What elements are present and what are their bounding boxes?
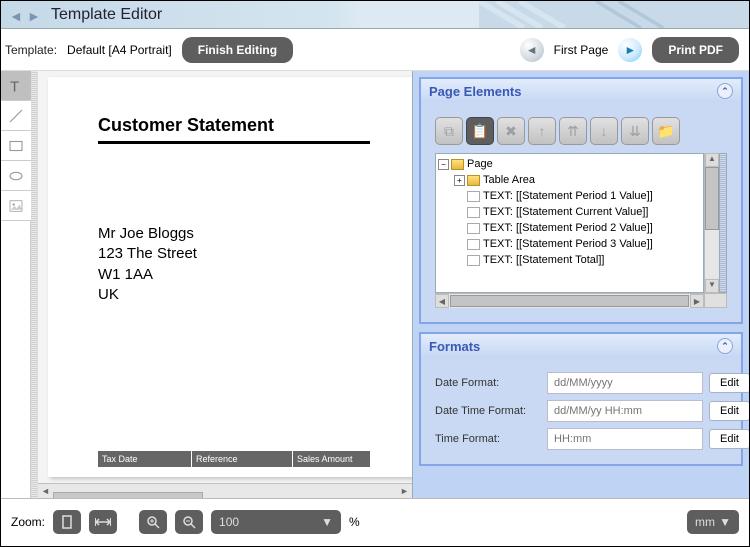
datetime-format-label: Date Time Format: xyxy=(435,405,541,417)
fit-page-button[interactable] xyxy=(53,510,81,534)
address-line: UK xyxy=(98,285,370,305)
finish-editing-button[interactable]: Finish Editing xyxy=(182,37,293,63)
tool-strip: T xyxy=(1,71,31,498)
date-format-input[interactable] xyxy=(547,372,703,394)
footer: Zoom: 100▼ % mm▼ xyxy=(1,498,749,544)
canvas-hscrollbar[interactable]: ◄► xyxy=(38,483,412,498)
back-arrow-icon[interactable]: ◄ xyxy=(9,8,27,22)
elements-toolbar: ⧉ 📋 ✖ ↑ ⇈ ↓ ⇊ 📁 xyxy=(435,117,727,145)
delete-icon[interactable]: ✖ xyxy=(497,117,525,145)
formats-panel: Formats ⌃ Date Format: Edit Date Time Fo… xyxy=(419,332,743,466)
tree-node[interactable]: TEXT: [[Statement Period 2 Value]] xyxy=(483,221,653,237)
prev-page-button[interactable]: ◄ xyxy=(520,38,544,62)
time-format-input[interactable] xyxy=(547,428,703,450)
tree-node[interactable]: Page xyxy=(467,157,493,173)
image-tool[interactable] xyxy=(1,191,31,221)
text-tool[interactable]: T xyxy=(1,71,31,101)
table-header: Tax Date Reference Sales Amount xyxy=(98,451,370,467)
title-bar: ◄ ► Template Editor xyxy=(1,1,749,29)
rectangle-tool[interactable] xyxy=(1,131,31,161)
elements-tree[interactable]: −Page +Table Area TEXT: [[Statement Peri… xyxy=(435,153,704,293)
template-label: Template: xyxy=(5,43,57,57)
forward-arrow-icon[interactable]: ► xyxy=(27,8,45,22)
fit-width-button[interactable] xyxy=(89,510,117,534)
move-top-icon[interactable]: ⇈ xyxy=(559,117,587,145)
tree-node[interactable]: TEXT: [[Statement Period 3 Value]] xyxy=(483,237,653,253)
ellipse-tool[interactable] xyxy=(1,161,31,191)
tree-vscrollbar[interactable]: ▲▼ xyxy=(704,153,719,293)
table-col: Reference xyxy=(192,451,292,467)
panel-resize-grip[interactable] xyxy=(719,153,727,293)
address-line: Mr Joe Bloggs xyxy=(98,224,370,244)
next-page-button[interactable]: ► xyxy=(618,38,642,62)
move-up-icon[interactable]: ↑ xyxy=(528,117,556,145)
address-line: 123 The Street xyxy=(98,244,370,264)
toolbar: Template: Default [A4 Portrait] Finish E… xyxy=(1,29,749,71)
copy-icon[interactable]: ⧉ xyxy=(435,117,463,145)
table-col: Sales Amount xyxy=(293,451,370,467)
page-indicator: First Page xyxy=(554,43,609,57)
zoom-out-button[interactable] xyxy=(175,510,203,534)
tree-node[interactable]: Table Area xyxy=(483,173,535,189)
move-bottom-icon[interactable]: ⇊ xyxy=(621,117,649,145)
chevron-down-icon: ▼ xyxy=(719,515,731,529)
address-block: Mr Joe Bloggs 123 The Street W1 1AA UK xyxy=(98,224,370,305)
date-format-label: Date Format: xyxy=(435,377,541,389)
svg-text:T: T xyxy=(10,78,19,95)
canvas-area[interactable]: Customer Statement Mr Joe Bloggs 123 The… xyxy=(31,71,412,498)
datetime-format-input[interactable] xyxy=(547,400,703,422)
percent-label: % xyxy=(349,515,360,529)
line-tool[interactable] xyxy=(1,101,31,131)
document-page[interactable]: Customer Statement Mr Joe Bloggs 123 The… xyxy=(48,77,412,477)
tree-hscrollbar[interactable]: ◀▶ xyxy=(435,293,704,308)
edit-button[interactable]: Edit xyxy=(709,373,749,393)
zoom-select[interactable]: 100▼ xyxy=(211,510,341,534)
zoom-label: Zoom: xyxy=(11,515,45,529)
paste-icon[interactable]: 📋 xyxy=(466,117,494,145)
edit-button[interactable]: Edit xyxy=(709,401,749,421)
page-elements-panel: Page Elements ⌃ ⧉ 📋 ✖ ↑ ⇈ ↓ ⇊ 📁 −Page xyxy=(419,77,743,324)
tree-node[interactable]: TEXT: [[Statement Period 1 Value]] xyxy=(483,189,653,205)
collapse-icon[interactable]: ⌃ xyxy=(717,338,733,354)
collapse-icon[interactable]: ⌃ xyxy=(717,83,733,99)
panel-title: Page Elements xyxy=(429,84,522,99)
move-down-icon[interactable]: ↓ xyxy=(590,117,618,145)
table-col: Tax Date xyxy=(98,451,191,467)
document-heading: Customer Statement xyxy=(98,115,370,144)
unit-select[interactable]: mm▼ xyxy=(687,510,739,534)
canvas-grip-left[interactable] xyxy=(31,71,38,498)
print-pdf-button[interactable]: Print PDF xyxy=(652,37,739,63)
address-line: W1 1AA xyxy=(98,265,370,285)
chevron-down-icon: ▼ xyxy=(321,515,333,529)
app-title: Template Editor xyxy=(51,6,162,24)
edit-button[interactable]: Edit xyxy=(709,429,749,449)
panel-title: Formats xyxy=(429,339,480,354)
time-format-label: Time Format: xyxy=(435,433,541,445)
folder-icon[interactable]: 📁 xyxy=(652,117,680,145)
tree-node[interactable]: TEXT: [[Statement Current Value]] xyxy=(483,205,648,221)
right-panel-column: Page Elements ⌃ ⧉ 📋 ✖ ↑ ⇈ ↓ ⇊ 📁 −Page xyxy=(412,71,749,498)
zoom-in-button[interactable] xyxy=(139,510,167,534)
template-name: Default [A4 Portrait] xyxy=(67,43,172,57)
tree-node[interactable]: TEXT: [[Statement Total]] xyxy=(483,253,604,269)
